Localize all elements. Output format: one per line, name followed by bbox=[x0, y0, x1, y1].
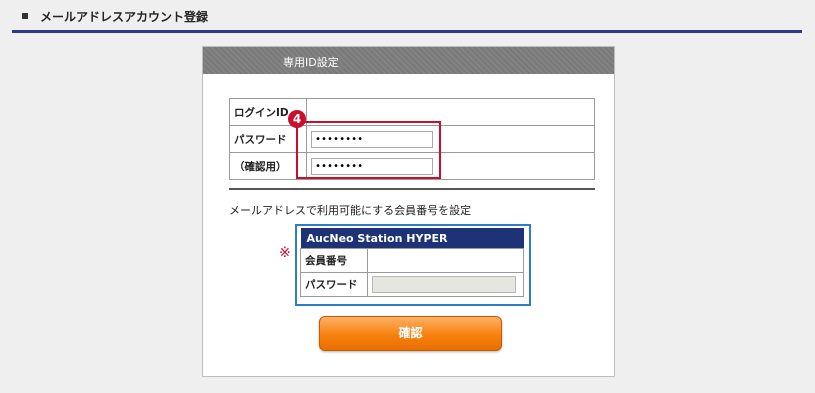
step-number-badge: 4 bbox=[288, 110, 306, 128]
dedicated-id-panel: 専用ID設定 ログインID パスワード （確認用） 4 メールアドレスで利用可能… bbox=[202, 46, 615, 377]
password-label: パスワード bbox=[229, 125, 307, 153]
table-header-row: AucNeo Station HYPER bbox=[300, 228, 524, 249]
member-number-note: メールアドレスで利用可能にする会員番号を設定 bbox=[229, 204, 472, 217]
aucneo-password-cell bbox=[367, 272, 524, 297]
password-highlight-box bbox=[296, 121, 441, 179]
page-header: メールアドレスアカウント登録 bbox=[12, 0, 802, 33]
password-confirm-label: （確認用） bbox=[229, 152, 307, 180]
panel-header: 専用ID設定 bbox=[203, 47, 614, 74]
aucneo-table: AucNeo Station HYPER 会員番号 パスワード bbox=[300, 228, 524, 297]
panel-title: 専用ID設定 bbox=[283, 56, 339, 69]
divider bbox=[229, 188, 595, 190]
member-number-label: 会員番号 bbox=[300, 248, 368, 273]
aucneo-password-label: パスワード bbox=[300, 272, 368, 297]
square-bullet-icon bbox=[22, 13, 28, 19]
aucneo-header: AucNeo Station HYPER bbox=[300, 228, 524, 249]
aucneo-password-field[interactable] bbox=[372, 276, 516, 293]
table-row: 会員番号 bbox=[300, 248, 524, 273]
asterisk-mark: ※ bbox=[279, 245, 291, 261]
confirm-button[interactable]: 確認 bbox=[319, 316, 502, 351]
member-number-value bbox=[367, 248, 524, 273]
table-row: パスワード bbox=[300, 272, 524, 297]
page-title: メールアドレスアカウント登録 bbox=[40, 10, 209, 24]
